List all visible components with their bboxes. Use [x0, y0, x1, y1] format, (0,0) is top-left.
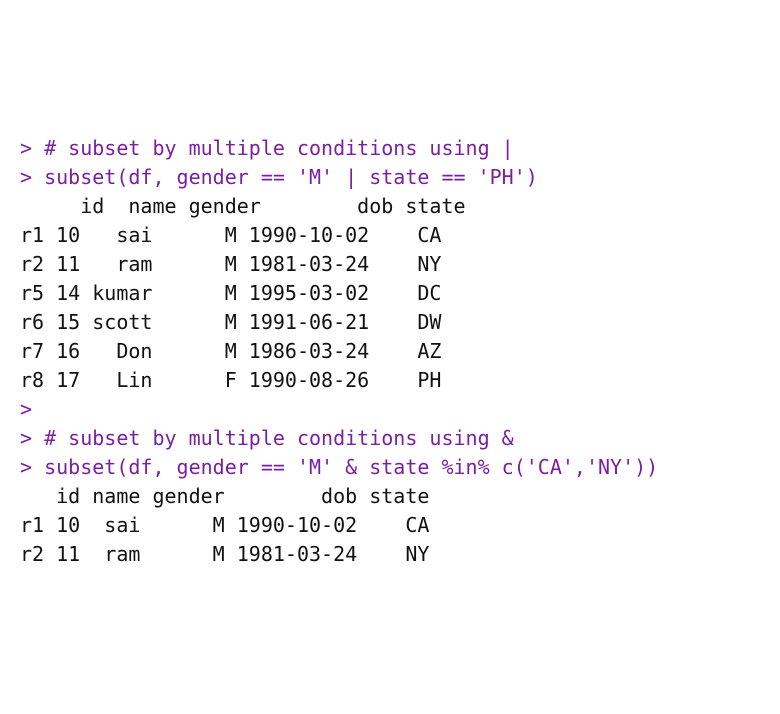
code-line: # subset by multiple conditions using &	[44, 426, 514, 450]
code-line: subset(df, gender == 'M' | state == 'PH'…	[44, 165, 538, 189]
r-console-output: > # subset by multiple conditions using …	[20, 134, 760, 569]
output-line: r5 14 kumar M 1995-03-02 DC	[20, 281, 441, 305]
code-line: subset(df, gender == 'M' & state %in% c(…	[44, 455, 658, 479]
code-line: # subset by multiple conditions using |	[44, 136, 514, 160]
output-line: r8 17 Lin F 1990-08-26 PH	[20, 368, 441, 392]
output-line: r1 10 sai M 1990-10-02 CA	[20, 513, 429, 537]
output-line: id name gender dob state	[20, 484, 429, 508]
console-prompt: >	[20, 426, 44, 450]
console-prompt: >	[20, 136, 44, 160]
console-prompt: >	[20, 165, 44, 189]
console-prompt: >	[20, 455, 44, 479]
output-line: r2 11 ram M 1981-03-24 NY	[20, 252, 441, 276]
console-prompt: >	[20, 397, 44, 421]
output-line: r6 15 scott M 1991-06-21 DW	[20, 310, 441, 334]
output-line: r7 16 Don M 1986-03-24 AZ	[20, 339, 441, 363]
output-line: r2 11 ram M 1981-03-24 NY	[20, 542, 429, 566]
output-line: id name gender dob state	[20, 194, 466, 218]
output-line: r1 10 sai M 1990-10-02 CA	[20, 223, 441, 247]
